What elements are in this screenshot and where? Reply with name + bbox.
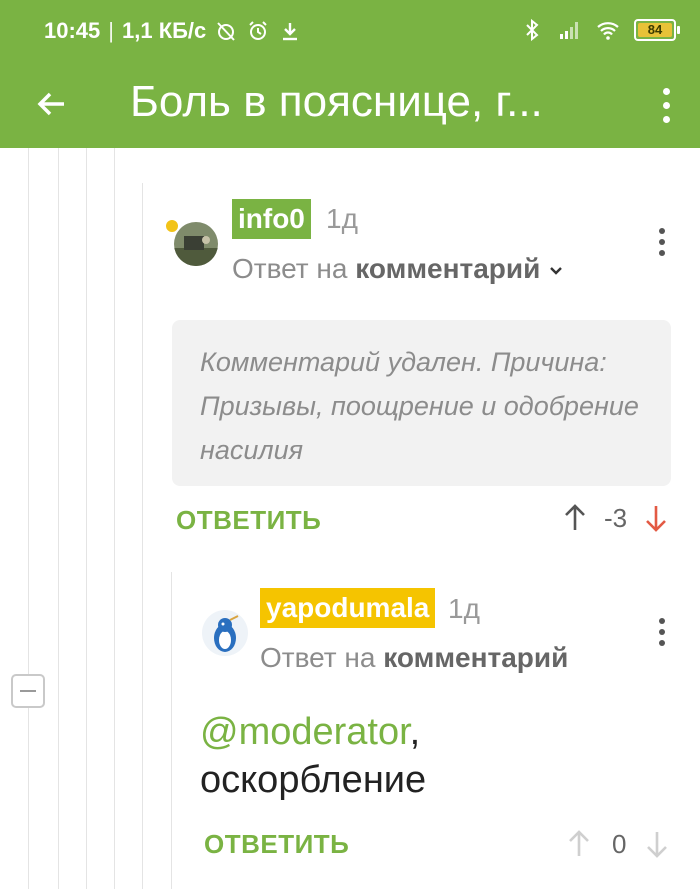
- reply-to-line[interactable]: Ответ на комментарий: [232, 253, 564, 285]
- thread-line: [171, 572, 172, 889]
- comment-menu-icon[interactable]: [657, 228, 667, 258]
- mention-link[interactable]: @moderator: [200, 711, 410, 753]
- avatar[interactable]: [174, 222, 218, 266]
- thread-line: [142, 183, 143, 889]
- score: 0: [612, 828, 627, 859]
- battery-icon: 84: [634, 19, 680, 41]
- comment-time: 1д: [448, 593, 480, 624]
- status-left: 10:45 | 1,1 КБ/с: [44, 18, 302, 44]
- vote-controls: -3: [562, 502, 669, 534]
- thread-line: [114, 148, 115, 889]
- wifi-icon: [597, 22, 619, 40]
- status-bar: 10:45 | 1,1 КБ/с 84: [0, 0, 700, 64]
- username-tag[interactable]: info0: [232, 199, 311, 239]
- collapse-thread-button[interactable]: [11, 674, 45, 708]
- thread-line: [58, 148, 59, 889]
- app-bar: Боль в пояснице, г...: [0, 64, 700, 148]
- more-vert-icon[interactable]: [660, 86, 672, 126]
- alarm-icon: [249, 21, 268, 40]
- reply-button[interactable]: ОТВЕТИТЬ: [204, 829, 349, 860]
- thread-line: [86, 148, 87, 889]
- page-title: Боль в пояснице, г...: [130, 77, 543, 126]
- battery-level: 84: [647, 22, 663, 37]
- comment-time: 1д: [326, 203, 358, 234]
- status-net-speed: 1,1 КБ/с: [122, 18, 207, 43]
- comment-menu-icon[interactable]: [657, 618, 667, 648]
- download-icon: [283, 23, 298, 41]
- chevron-down-icon: [550, 266, 562, 275]
- arrow-down-icon[interactable]: [643, 502, 669, 534]
- avatar[interactable]: [202, 610, 248, 656]
- username-tag[interactable]: yapodumala: [260, 588, 436, 628]
- thread-line: [28, 148, 29, 889]
- score: -3: [604, 502, 628, 533]
- reply-to-line[interactable]: Ответ на комментарий: [260, 642, 568, 674]
- reply-button[interactable]: ОТВЕТИТЬ: [176, 505, 321, 536]
- arrow-down-icon[interactable]: [644, 828, 670, 860]
- deleted-comment-notice: Комментарий удален. Причина: Призывы, по…: [172, 320, 671, 486]
- arrow-up-icon[interactable]: [562, 502, 588, 534]
- comment-body: @moderator, оскорбление: [200, 711, 427, 801]
- warning-badge: [164, 218, 180, 234]
- signal-icon: [560, 22, 578, 39]
- vote-controls: 0: [566, 828, 670, 860]
- bluetooth-icon: [526, 18, 539, 42]
- arrow-left-icon[interactable]: [32, 84, 72, 124]
- status-time: 10:45: [44, 18, 101, 43]
- alarm-off-icon: [217, 22, 236, 41]
- arrow-up-icon[interactable]: [566, 828, 592, 860]
- status-right: 84: [520, 18, 680, 42]
